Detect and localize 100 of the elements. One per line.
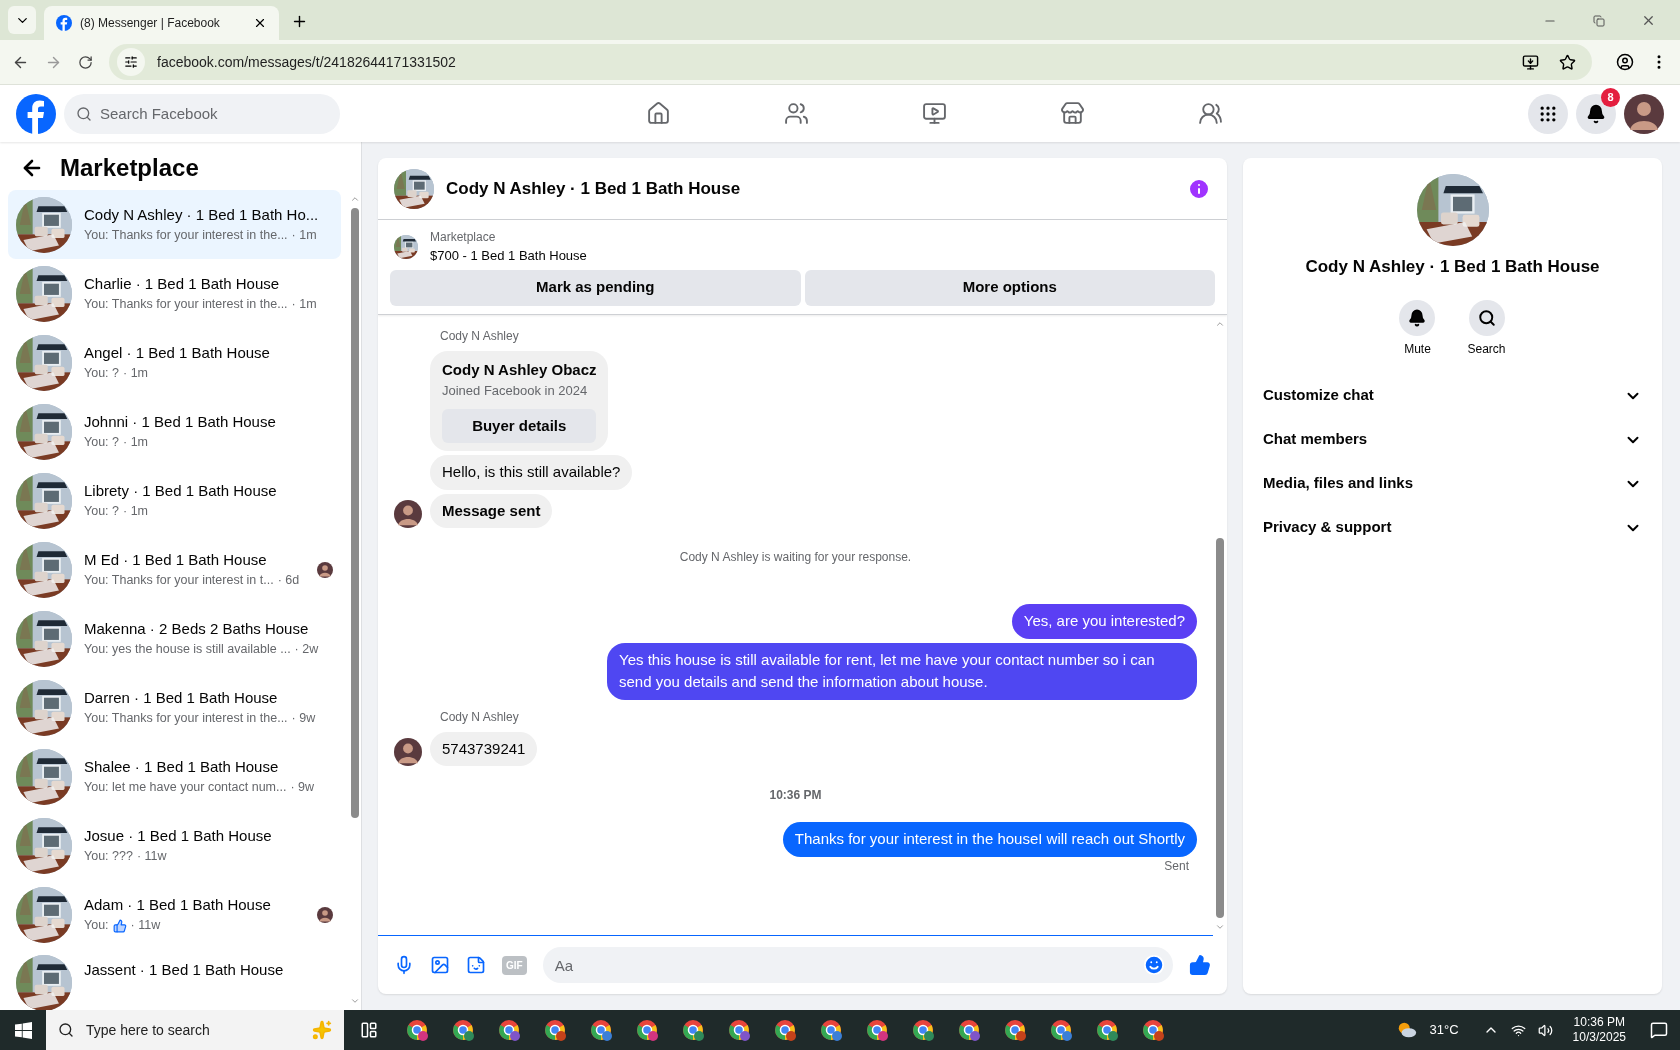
section-title[interactable]: Privacy & support — [1263, 516, 1392, 539]
close-icon[interactable] — [1641, 13, 1656, 28]
like-icon[interactable] — [1189, 954, 1211, 976]
conversation-title: Angel · 1 Bed 1 Bath House — [84, 342, 271, 363]
buyer-name: Cody N Ashley Obacz — [442, 359, 597, 380]
browser-app-icon[interactable] — [405, 1018, 429, 1042]
browser-app-icon[interactable] — [727, 1018, 751, 1042]
notification-badge: 8 — [1601, 87, 1620, 107]
install-icon[interactable] — [1522, 53, 1539, 71]
section-title[interactable]: Chat members — [1263, 428, 1368, 451]
facebook-logo[interactable] — [16, 93, 56, 134]
conversation-item[interactable]: M Ed · 1 Bed 1 Bath House You: Thanks for your interest in t... · 6d — [8, 535, 341, 604]
windows-logo-icon[interactable] — [14, 1021, 32, 1039]
sender-name: Cody N Ashley — [440, 328, 519, 343]
message-time: · 1m — [291, 227, 317, 245]
notifications-icon[interactable] — [1586, 103, 1606, 124]
network-icon[interactable] — [1510, 1022, 1526, 1038]
scrollbar-thumb[interactable] — [1216, 538, 1224, 918]
browser-tab[interactable]: (8) Messenger | Facebook — [44, 6, 279, 40]
section-title[interactable]: Media, files and links — [1263, 472, 1414, 495]
message-preview: You: Thanks for your interest in the... — [84, 227, 288, 245]
sticker-icon[interactable] — [466, 955, 486, 975]
message-time: · 1m — [123, 503, 148, 521]
people-icon[interactable] — [1197, 101, 1223, 126]
browser-app-icon[interactable] — [1095, 1018, 1119, 1042]
search-field[interactable]: Search Facebook — [64, 93, 340, 134]
browser-app-icon[interactable] — [865, 1018, 889, 1042]
message-bubble: Yes this house is still available for rent, let me have your contact number so i can send you details and send the information about house. — [607, 642, 1197, 700]
image-icon[interactable] — [430, 955, 450, 975]
address-bar[interactable]: facebook.com/messages/t/24182644171331502 — [109, 44, 1592, 80]
restore-icon[interactable] — [1593, 14, 1605, 27]
task-view-icon[interactable] — [360, 1021, 378, 1039]
new-tab-icon[interactable] — [291, 13, 308, 30]
browser-app-icon[interactable] — [819, 1018, 843, 1042]
close-tab-icon[interactable] — [253, 16, 267, 30]
conversation-item[interactable]: Adam · 1 Bed 1 Bath House You: · 11w — [8, 880, 341, 949]
scrollbar-thumb[interactable] — [351, 208, 359, 818]
browser-app-icon[interactable] — [773, 1018, 797, 1042]
conversation-item[interactable]: Angel · 1 Bed 1 Bath House You: ? · 1m — [8, 328, 341, 397]
action-label: Search — [1467, 340, 1506, 358]
conversation-title: Cody N Ashley · 1 Bed 1 Bath Ho... — [84, 204, 320, 225]
sidebar-title: Marketplace — [60, 153, 199, 183]
browser-app-icon[interactable] — [543, 1018, 567, 1042]
browser-app-icon[interactable] — [1141, 1018, 1165, 1042]
buyer-details-button[interactable]: Buyer details — [442, 408, 597, 443]
message-bubble: Message sent — [430, 493, 553, 528]
friends-icon[interactable] — [783, 101, 809, 126]
conversation-item[interactable]: Librety · 1 Bed 1 Bath House You: ? · 1m — [8, 466, 341, 535]
store-icon[interactable] — [1059, 101, 1085, 126]
message-bubble: Yes, are you interested? — [1011, 604, 1197, 639]
browser-app-icon[interactable] — [1003, 1018, 1027, 1042]
volume-icon[interactable] — [1537, 1022, 1553, 1038]
browser-app-icon[interactable] — [589, 1018, 613, 1042]
message-preview: You: Thanks for your interest in t... — [84, 572, 274, 590]
site-settings-icon[interactable] — [124, 55, 138, 69]
message-preview: You: ? — [84, 365, 119, 383]
search-icon — [76, 105, 92, 122]
bookmark-icon[interactable] — [1559, 53, 1576, 71]
browser-app-icon[interactable] — [957, 1018, 981, 1042]
emoji-icon[interactable] — [1143, 954, 1165, 976]
message-field[interactable]: Aa — [542, 947, 1173, 983]
browser-app-icon[interactable] — [1049, 1018, 1073, 1042]
microphone-icon[interactable] — [394, 955, 414, 975]
message-time: · 6d — [277, 572, 300, 590]
message-bubble: Hello, is this still available? — [430, 455, 633, 490]
browser-app-icon[interactable] — [451, 1018, 475, 1042]
notification-center-icon[interactable] — [1650, 1021, 1668, 1039]
message-bubble: 5743739241 — [430, 731, 538, 766]
reload-icon[interactable] — [78, 54, 93, 70]
conversation-item[interactable]: Charlie · 1 Bed 1 Bath House You: Thanks for your interest in the... · 1m — [8, 259, 341, 328]
browser-app-icon[interactable] — [635, 1018, 659, 1042]
browser-app-icon[interactable] — [497, 1018, 521, 1042]
listing-action-button[interactable]: More options — [804, 269, 1215, 306]
profile-icon[interactable] — [1616, 53, 1634, 71]
message-time: · 9w — [291, 710, 316, 728]
conversation-item[interactable]: Josue · 1 Bed 1 Bath House You: ??? · 11w — [8, 811, 341, 880]
listing-action-button[interactable]: Mark as pending — [390, 269, 801, 306]
video-icon[interactable] — [921, 101, 947, 126]
message-bubble: Thanks for your interest in the houseI will reach out Shortly — [782, 822, 1197, 857]
browser-app-icon[interactable] — [681, 1018, 705, 1042]
listing-source: Marketplace — [430, 229, 497, 246]
action-label: Mute — [1404, 340, 1431, 358]
search-icon[interactable] — [1477, 308, 1496, 327]
conversation-item[interactable]: Jassent · 1 Bed 1 Bath House — [8, 949, 341, 1010]
clock-date: 10/3/2025 — [1572, 1030, 1626, 1045]
message-preview: You: ??? — [84, 848, 133, 866]
message-time: · 1m — [123, 434, 148, 452]
conversation-item[interactable]: Cody N Ashley · 1 Bed 1 Bath Ho... You: Thanks for your interest in the... · 1m — [8, 190, 341, 259]
chat-title: Cody N Ashley · 1 Bed 1 Bath House — [446, 177, 742, 200]
bell-icon[interactable] — [1408, 308, 1427, 327]
conversation-item[interactable]: Makenna · 2 Beds 2 Baths House You: yes the house is still available ... · 2w — [8, 604, 341, 673]
browser-app-icon[interactable] — [911, 1018, 935, 1042]
conversation-title: M Ed · 1 Bed 1 Bath House — [84, 549, 268, 570]
home-icon[interactable] — [645, 101, 671, 126]
conversation-item[interactable]: Shalee · 1 Bed 1 Bath House You: let me have your contact num... · 9w — [8, 742, 341, 811]
conversation-item[interactable]: Darren · 1 Bed 1 Bath House You: Thanks for your interest in the... · 9w — [8, 673, 341, 742]
profile-avatar — [1624, 93, 1664, 134]
section-title[interactable]: Customize chat — [1263, 384, 1374, 407]
taskbar-search-field[interactable]: Type here to search — [46, 1010, 344, 1050]
conversation-item[interactable]: Johnni · 1 Bed 1 Bath House You: ? · 1m — [8, 397, 341, 466]
